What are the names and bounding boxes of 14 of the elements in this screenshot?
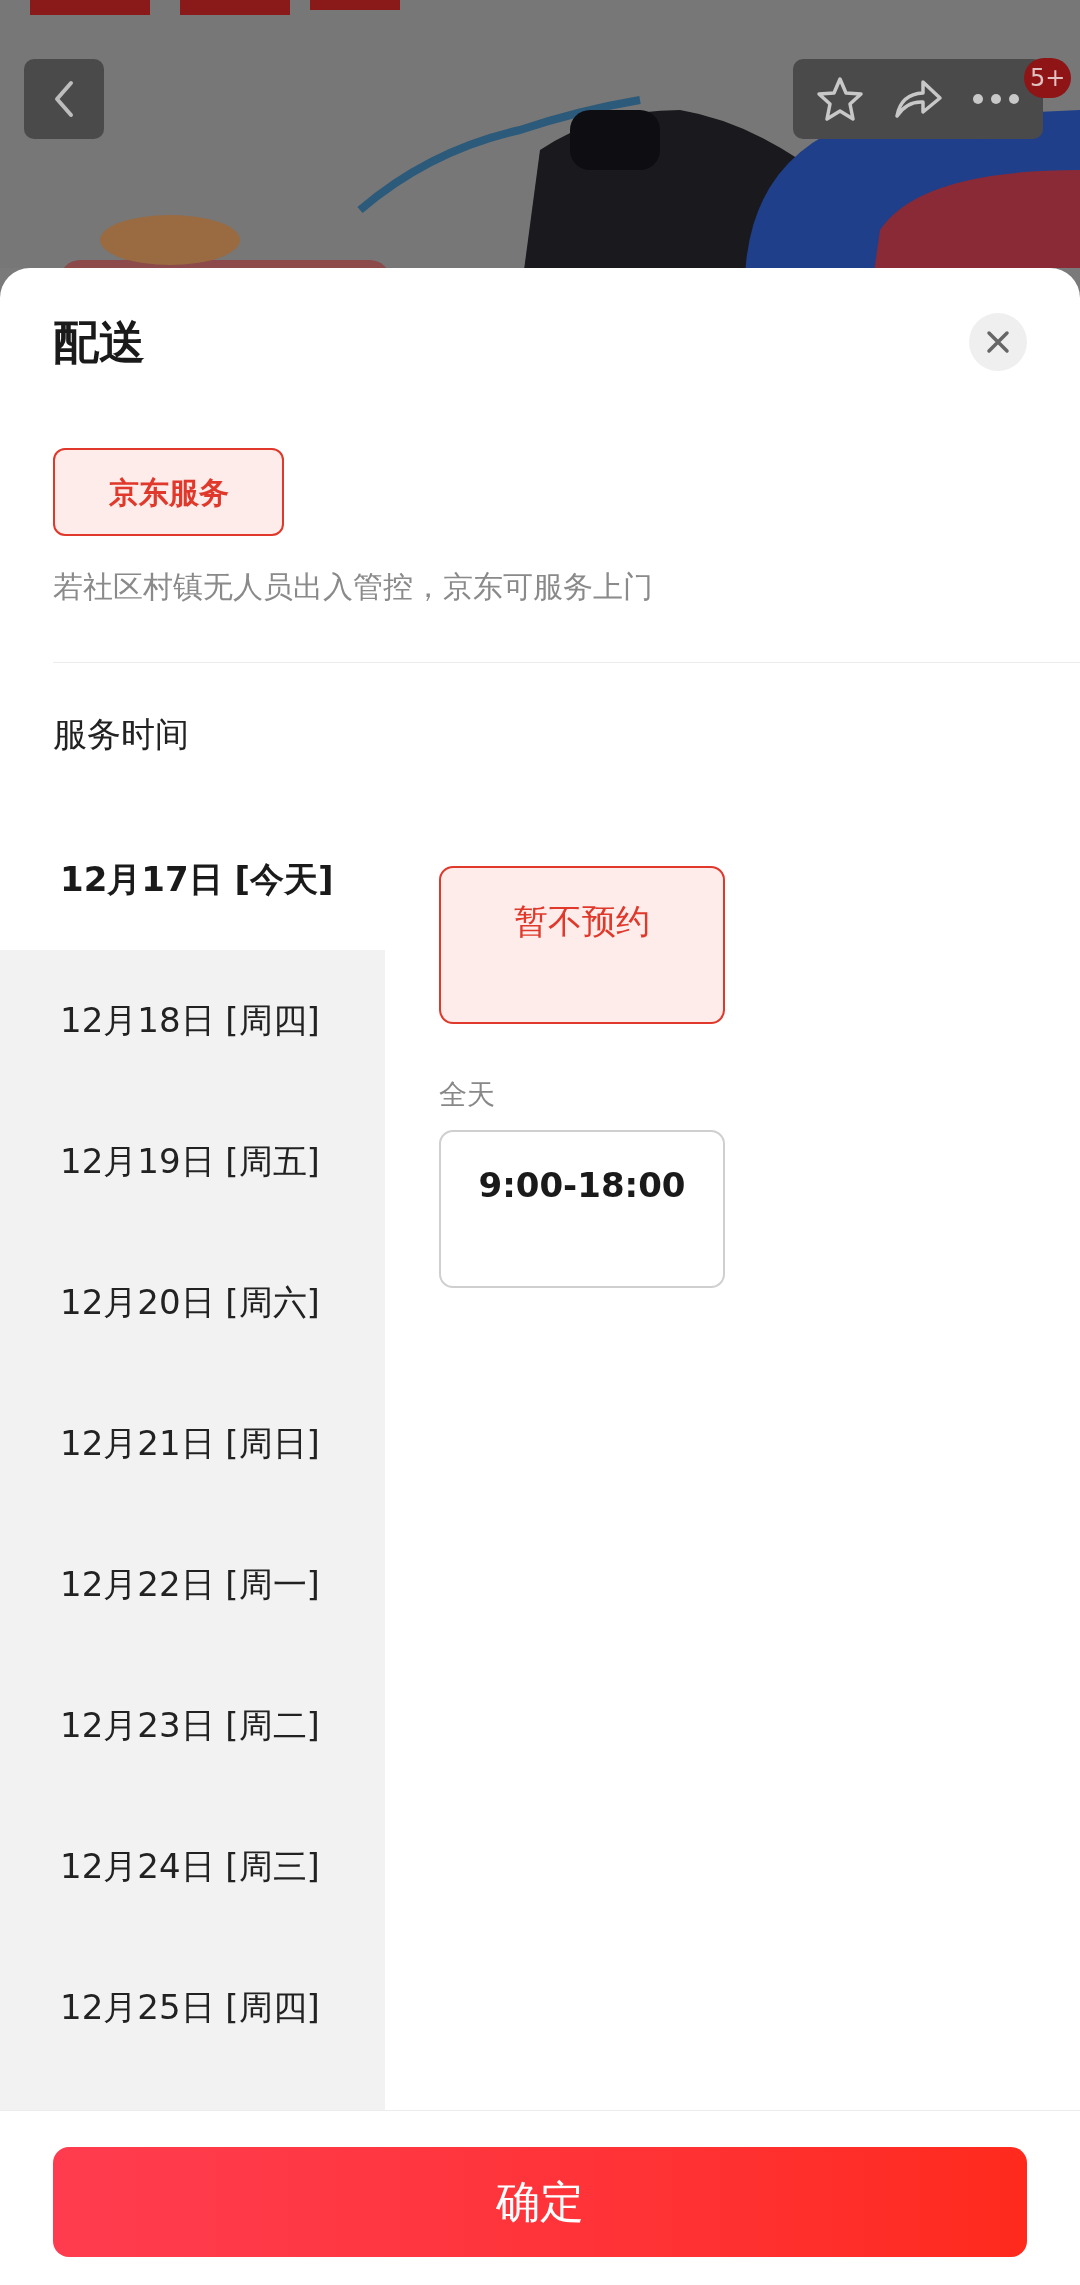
share-icon[interactable] <box>893 78 943 120</box>
sheet-title: 配送 <box>53 313 145 371</box>
close-icon <box>986 330 1010 354</box>
service-note: 若社区村镇无人员出入管控，京东可服务上门 <box>52 568 654 606</box>
time-slot[interactable]: 9:00-18:00 <box>439 1130 725 1288</box>
confirm-button[interactable]: 确定 <box>53 2147 1027 2257</box>
back-button[interactable] <box>24 59 104 139</box>
service-tag[interactable]: 京东服务 <box>53 448 284 536</box>
slot-group-title: 全天 <box>439 1077 495 1113</box>
date-item[interactable]: 12月17日 [今天] <box>0 809 385 950</box>
more-icon[interactable] <box>972 93 1021 105</box>
star-icon[interactable] <box>815 76 864 122</box>
section-title: 服务时间 <box>52 713 190 756</box>
time-slot[interactable]: 暂不预约 <box>439 866 725 1024</box>
